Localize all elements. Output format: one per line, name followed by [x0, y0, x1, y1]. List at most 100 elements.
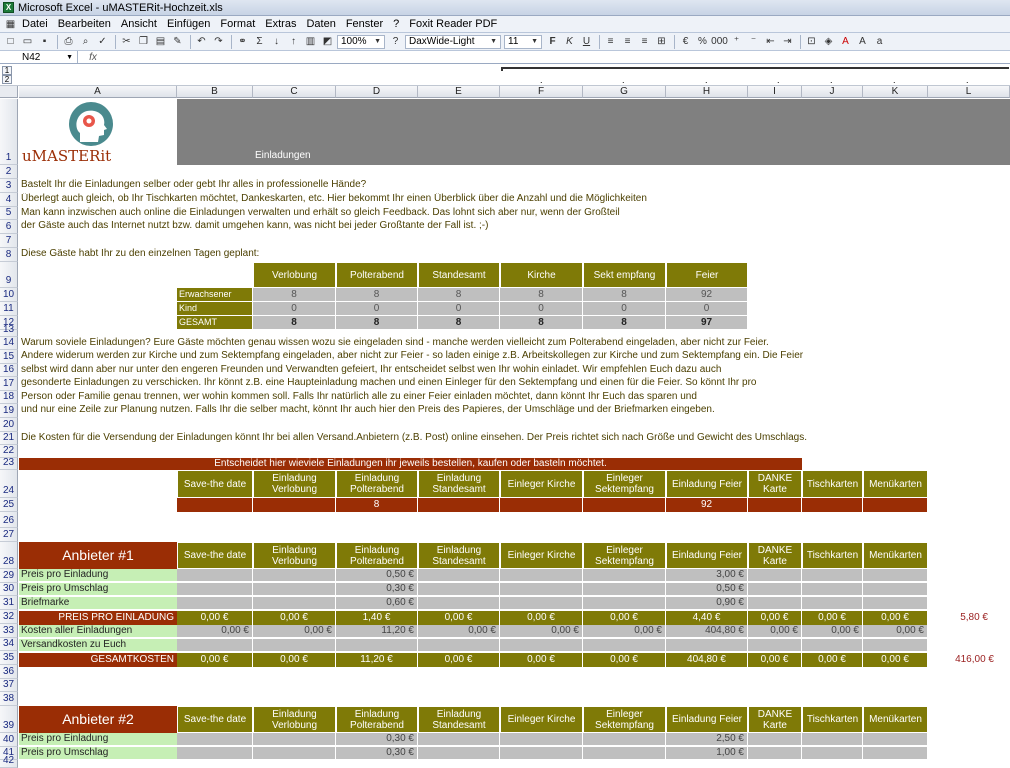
fx-icon[interactable]: fx [78, 52, 108, 63]
font-color-icon[interactable]: A [838, 35, 853, 49]
guest-value[interactable]: 0 [253, 302, 336, 316]
row-header-8[interactable]: 8 [0, 248, 18, 262]
order-quantity-input[interactable] [418, 498, 500, 512]
column-header-I[interactable]: I [748, 86, 802, 98]
outline-bracket[interactable] [501, 67, 1009, 71]
cost-input[interactable] [500, 733, 583, 746]
cost-input[interactable]: 0,90 € [666, 597, 748, 610]
cost-input[interactable] [500, 597, 583, 610]
cost-input[interactable] [802, 747, 863, 760]
merge-icon[interactable]: ⊞ [654, 35, 669, 49]
cost-input[interactable] [177, 747, 253, 760]
shipping-cost-input[interactable] [802, 639, 863, 652]
cost-input[interactable]: 0,30 € [336, 583, 418, 596]
shipping-cost-input[interactable] [863, 639, 928, 652]
row-header-29[interactable]: 29 [0, 569, 18, 583]
undo-icon[interactable]: ↶ [194, 35, 209, 49]
guest-value[interactable]: 0 [418, 302, 500, 316]
shrink-font-icon[interactable]: a [872, 35, 887, 49]
guest-value[interactable]: 8 [500, 288, 583, 302]
cost-input[interactable]: 1,00 € [666, 747, 748, 760]
outdent-icon[interactable]: ⇤ [763, 35, 778, 49]
row-header-13[interactable]: 13 [0, 324, 18, 337]
outline-level-1[interactable]: 1 [2, 66, 12, 75]
cost-input[interactable] [863, 733, 928, 746]
row-header-21[interactable]: 21 [0, 432, 18, 445]
cost-input[interactable] [177, 569, 253, 582]
shipping-cost-input[interactable] [583, 639, 666, 652]
row-header-11[interactable]: 11 [0, 302, 18, 316]
menu-daten[interactable]: Daten [301, 18, 340, 30]
menu-einfuegen[interactable]: Einfügen [162, 18, 215, 30]
save-icon[interactable]: ▪ [37, 35, 52, 49]
grow-font-icon[interactable]: A [855, 35, 870, 49]
row-header-10[interactable]: 10 [0, 288, 18, 302]
cost-input[interactable]: 2,50 € [666, 733, 748, 746]
guest-value[interactable]: 97 [666, 316, 748, 330]
guest-value[interactable]: 0 [583, 302, 666, 316]
cost-input[interactable] [583, 583, 666, 596]
help-icon[interactable]: ? [388, 35, 403, 49]
column-header-H[interactable]: H [666, 86, 748, 98]
cost-input[interactable] [863, 747, 928, 760]
shipping-cost-input[interactable] [418, 639, 500, 652]
cost-input[interactable] [802, 569, 863, 582]
align-right-icon[interactable]: ≡ [637, 35, 652, 49]
cost-input[interactable] [802, 597, 863, 610]
guest-value[interactable]: 8 [336, 288, 418, 302]
menu-format[interactable]: Format [215, 18, 260, 30]
cost-input[interactable] [177, 597, 253, 610]
guest-value[interactable]: 8 [583, 316, 666, 330]
column-header-B[interactable]: B [177, 86, 253, 98]
align-center-icon[interactable]: ≡ [620, 35, 635, 49]
cost-input[interactable] [583, 569, 666, 582]
row-header-17[interactable]: 17 [0, 377, 18, 391]
currency-icon[interactable]: € [678, 35, 693, 49]
percent-icon[interactable]: % [695, 35, 710, 49]
guest-value[interactable]: 8 [418, 316, 500, 330]
order-quantity-input[interactable] [583, 498, 666, 512]
cost-input[interactable] [253, 583, 336, 596]
row-header-40[interactable]: 40 [0, 733, 18, 747]
shipping-cost-input[interactable] [748, 639, 802, 652]
guest-value[interactable]: 92 [666, 288, 748, 302]
row-header-5[interactable]: 5 [0, 207, 18, 220]
cost-input[interactable]: 0,30 € [336, 747, 418, 760]
cost-input[interactable] [418, 569, 500, 582]
cost-input[interactable] [748, 583, 802, 596]
print-icon[interactable]: ⎙ [61, 35, 76, 49]
menu-foxit[interactable]: Foxit Reader PDF [404, 18, 502, 30]
row-header-3[interactable]: 3 [0, 179, 18, 193]
cost-input[interactable] [863, 597, 928, 610]
cost-input[interactable] [253, 747, 336, 760]
row-header-15[interactable]: 15 [0, 350, 18, 364]
guest-value[interactable]: 8 [500, 316, 583, 330]
row-header-37[interactable]: 37 [0, 679, 18, 692]
row-header-24[interactable]: 24 [0, 470, 18, 498]
open-icon[interactable]: ▭ [20, 35, 35, 49]
cost-input[interactable] [418, 597, 500, 610]
sort-asc-icon[interactable]: ↓ [269, 35, 284, 49]
decrease-decimal-icon[interactable]: ⁻ [746, 35, 761, 49]
preview-icon[interactable]: ⌕ [78, 35, 93, 49]
outline-level-2[interactable]: 2 [2, 75, 12, 84]
row-header-19[interactable]: 19 [0, 404, 18, 418]
menu-help[interactable]: ? [388, 18, 404, 30]
menu-fenster[interactable]: Fenster [341, 18, 388, 30]
format-painter-icon[interactable]: ✎ [170, 35, 185, 49]
row-header-42[interactable]: 42 [0, 755, 18, 768]
redo-icon[interactable]: ↷ [211, 35, 226, 49]
row-header-34[interactable]: 34 [0, 638, 18, 651]
cost-input[interactable]: 0,50 € [666, 583, 748, 596]
cost-input[interactable] [500, 747, 583, 760]
row-header-4[interactable]: 4 [0, 193, 18, 207]
copy-icon[interactable]: ❐ [136, 35, 151, 49]
column-header-D[interactable]: D [336, 86, 418, 98]
borders-icon[interactable]: ⊡ [804, 35, 819, 49]
row-header-26[interactable]: 26 [0, 512, 18, 528]
column-header-C[interactable]: C [253, 86, 336, 98]
shipping-cost-input[interactable] [666, 639, 748, 652]
bold-icon[interactable]: F [545, 35, 560, 49]
cost-input[interactable] [177, 733, 253, 746]
order-quantity-input[interactable] [863, 498, 928, 512]
